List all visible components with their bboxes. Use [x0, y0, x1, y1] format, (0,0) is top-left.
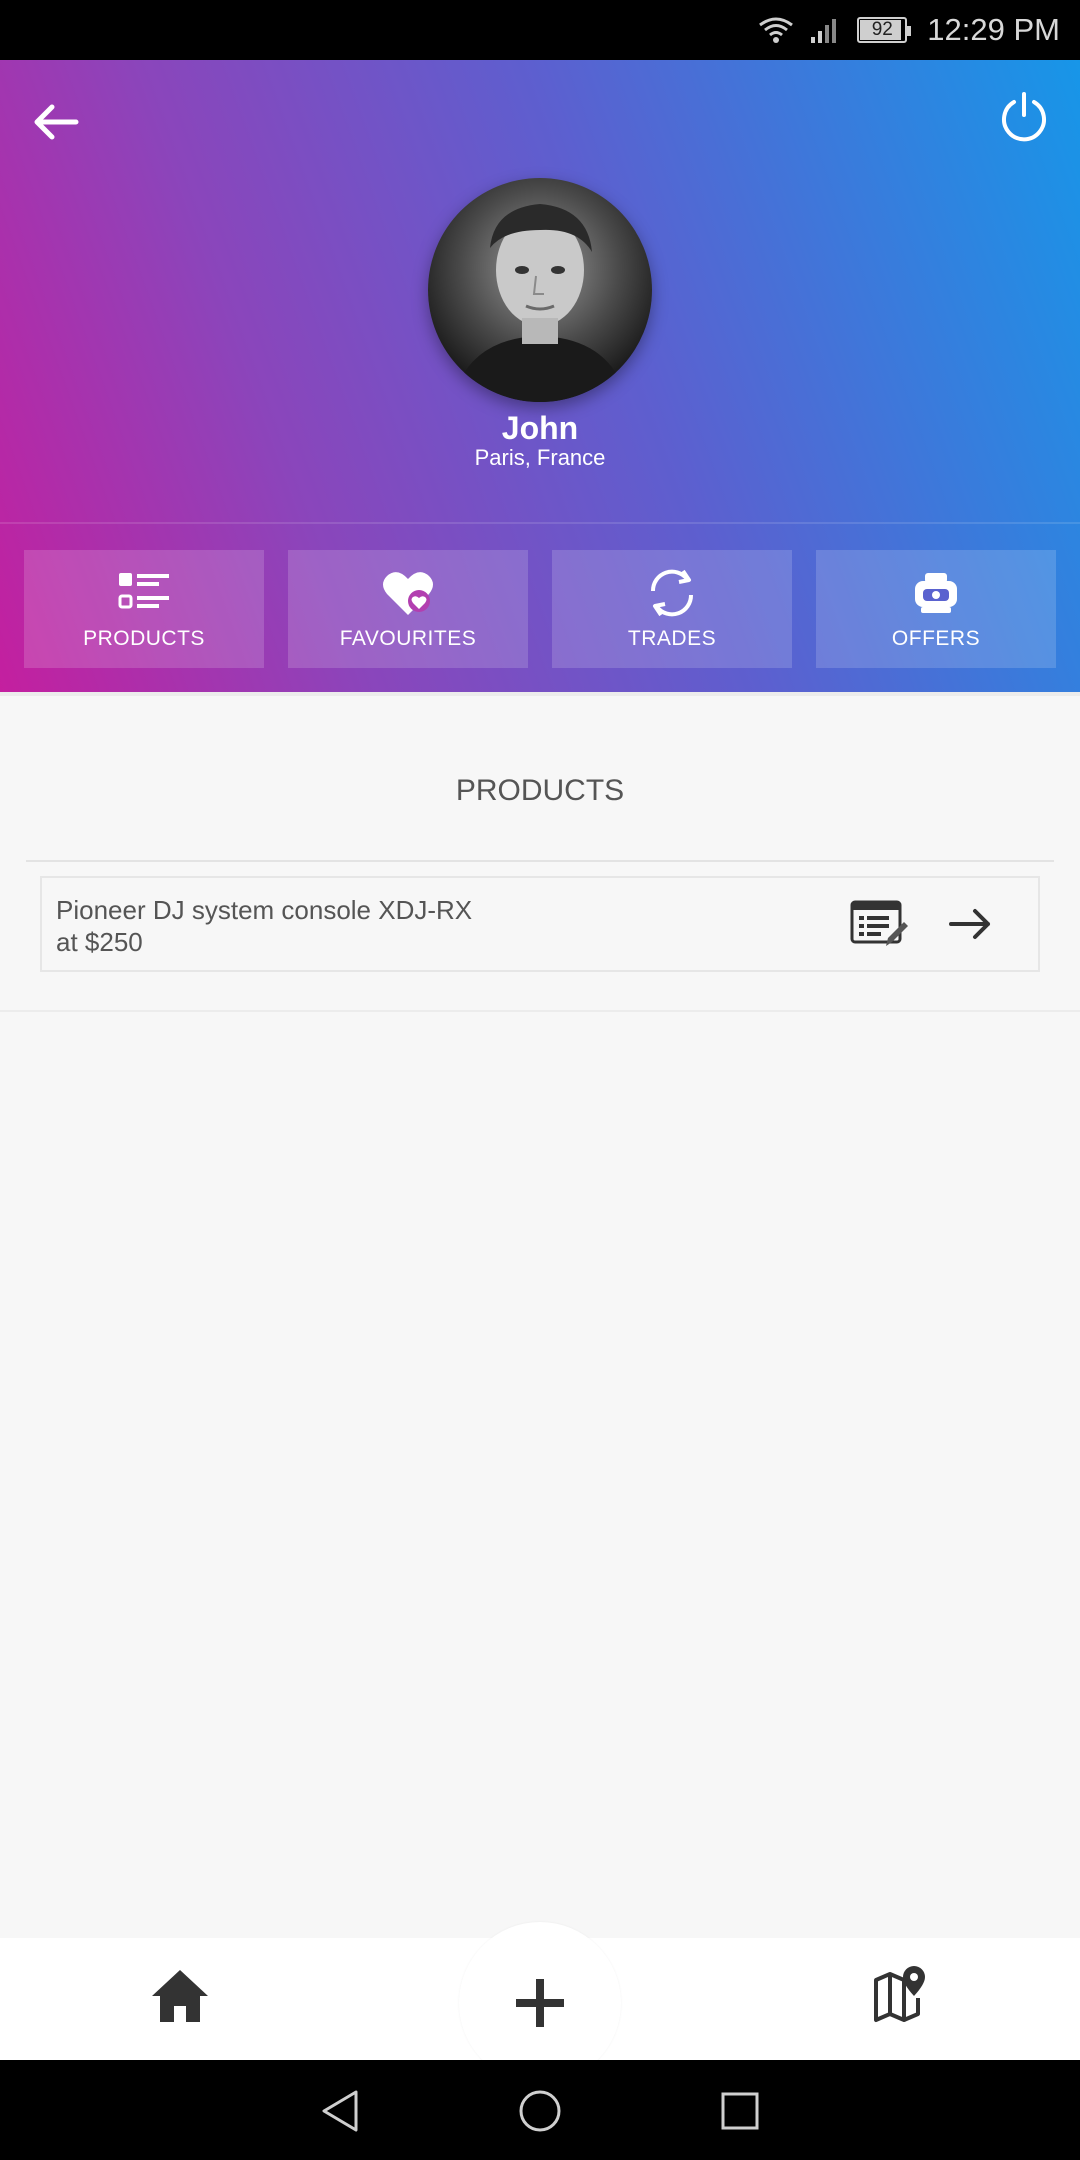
- tab-offers[interactable]: OFFERS: [816, 550, 1056, 668]
- nav-back-icon[interactable]: [318, 2088, 364, 2134]
- product-price: at $250: [56, 927, 143, 957]
- battery-indicator: 92: [857, 17, 912, 43]
- profile-location: Paris, France: [474, 445, 606, 470]
- edit-icon[interactable]: [850, 898, 908, 950]
- power-icon[interactable]: [996, 88, 1052, 144]
- tab-label: PRODUCTS: [83, 627, 205, 650]
- offer-icon: [915, 573, 957, 613]
- section-title: PRODUCTS: [455, 774, 625, 807]
- map-pin-icon[interactable]: [872, 1964, 928, 2024]
- product-description: Pioneer DJ system console XDJ-RX at $250: [56, 894, 472, 958]
- heart-icon: [383, 572, 433, 615]
- divider: [26, 860, 1054, 862]
- system-nav-bar: [0, 2060, 1080, 2160]
- sync-icon: [650, 569, 694, 617]
- profile-name: John: [501, 410, 579, 446]
- nav-recents-icon[interactable]: [717, 2088, 763, 2134]
- arrow-right-icon[interactable]: [948, 902, 994, 946]
- profile-header: John Paris, France PRODUCTS FAVOURITES T…: [0, 60, 1080, 692]
- wifi-icon: [757, 15, 795, 45]
- tab-label: FAVOURITES: [339, 627, 477, 650]
- status-bar: 92 12:29 PM: [0, 0, 1080, 60]
- tab-favourites[interactable]: FAVOURITES: [288, 550, 528, 668]
- list-item[interactable]: Pioneer DJ system console XDJ-RX at $250: [40, 876, 1040, 972]
- divider: [0, 522, 1080, 524]
- clock: 12:29 PM: [927, 12, 1060, 47]
- tab-trades[interactable]: TRADES: [552, 550, 792, 668]
- tab-label: TRADES: [627, 627, 717, 650]
- products-panel: PRODUCTS Pioneer DJ system console XDJ-R…: [0, 692, 1080, 1012]
- home-icon[interactable]: [150, 1968, 210, 2024]
- product-name: Pioneer DJ system console XDJ-RX: [56, 895, 473, 925]
- tab-label: OFFERS: [891, 627, 981, 650]
- profile-tabs: PRODUCTS FAVOURITES TRADES OFFERS: [24, 550, 1056, 668]
- nav-home-icon[interactable]: [517, 2088, 563, 2134]
- tab-products[interactable]: PRODUCTS: [24, 550, 264, 668]
- list-icon: [118, 573, 169, 609]
- avatar[interactable]: [428, 178, 652, 402]
- signal-icon: [809, 15, 843, 45]
- add-icon: [516, 1979, 564, 2027]
- back-arrow-icon[interactable]: [28, 94, 84, 150]
- battery-level: 92: [871, 19, 893, 40]
